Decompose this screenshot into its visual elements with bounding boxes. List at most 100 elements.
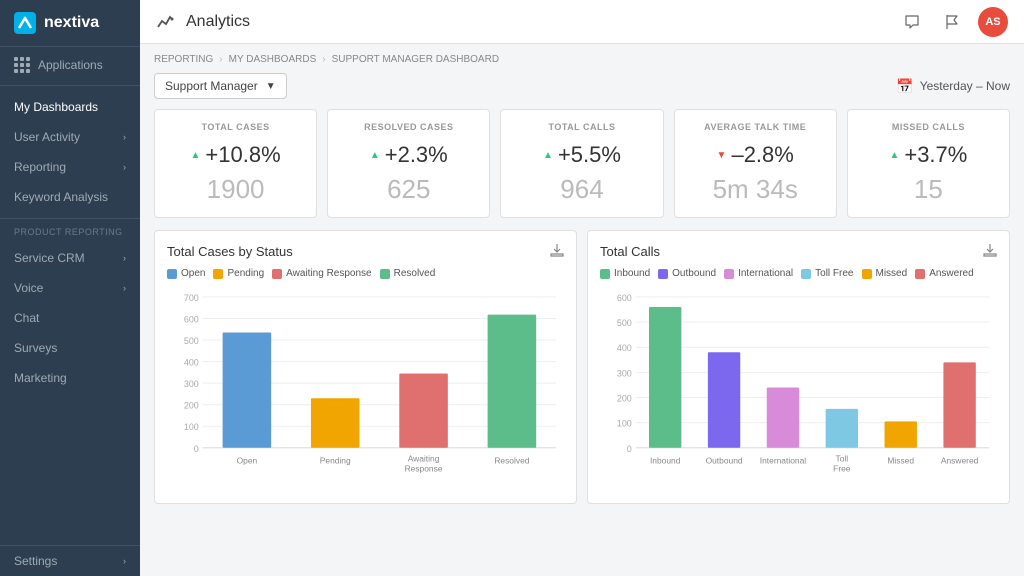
svg-text:400: 400	[617, 343, 632, 353]
stat-change-total-cases: ▲ +10.8%	[169, 142, 302, 168]
sidebar-item-my-dashboards[interactable]: My Dashboards	[0, 92, 140, 122]
svg-text:Answered: Answered	[941, 456, 979, 466]
svg-text:500: 500	[184, 336, 199, 346]
chevron-icon: ›	[123, 253, 126, 263]
date-range-text: Yesterday – Now	[920, 79, 1010, 93]
legend-label: International	[738, 268, 793, 279]
svg-text:Pending: Pending	[320, 456, 351, 466]
legend-item: Answered	[915, 268, 973, 279]
date-range-selector[interactable]: 📅 Yesterday – Now	[896, 78, 1010, 95]
stat-change-total-calls: ▲ +5.5%	[515, 142, 648, 168]
legend-label: Inbound	[614, 268, 650, 279]
stat-value-total-calls: 964	[515, 174, 648, 205]
sidebar-item-chat[interactable]: Chat	[0, 303, 140, 333]
page-title: Analytics	[186, 13, 250, 31]
stat-arrow-avg-talk-time: ▼	[717, 150, 727, 161]
stat-arrow-missed-calls: ▲	[889, 150, 899, 161]
stat-card-missed-calls: Missed Calls ▲ +3.7% 15	[847, 109, 1010, 218]
chart-calls-download[interactable]	[983, 243, 997, 260]
page-content: Reporting › My Dashboards › Support Mana…	[140, 44, 1024, 576]
flag-button[interactable]	[938, 8, 966, 36]
legend-color	[600, 269, 610, 279]
sidebar-item-keyword-analysis[interactable]: Keyword Analysis	[0, 182, 140, 212]
stat-arrow-resolved-cases: ▲	[370, 150, 380, 161]
sidebar-bottom: Settings ›	[0, 545, 140, 576]
chart-calls-header: Total Calls	[600, 243, 997, 260]
applications-label: Applications	[38, 58, 103, 72]
chat-button[interactable]	[898, 8, 926, 36]
sidebar-item-marketing[interactable]: Marketing	[0, 363, 140, 393]
svg-text:Awaiting: Awaiting	[408, 454, 440, 464]
sidebar-item-settings[interactable]: Settings ›	[0, 546, 140, 576]
sidebar-item-voice[interactable]: Voice ›	[0, 273, 140, 303]
svg-text:Response: Response	[405, 464, 443, 474]
svg-text:300: 300	[184, 379, 199, 389]
stat-value-avg-talk-time: 5m 34s	[689, 174, 822, 205]
legend-label: Resolved	[394, 268, 436, 279]
charts-row: Total Cases by Status OpenPendingAwaitin…	[154, 230, 1010, 504]
legend-item: Missed	[862, 268, 908, 279]
sidebar-item-surveys[interactable]: Surveys	[0, 333, 140, 363]
total-cases-chart-card: Total Cases by Status OpenPendingAwaitin…	[154, 230, 577, 504]
stat-change-missed-calls: ▲ +3.7%	[862, 142, 995, 168]
chevron-icon: ›	[123, 162, 126, 172]
chevron-icon: ›	[123, 283, 126, 293]
legend-color	[862, 269, 872, 279]
stat-pct-total-calls: +5.5%	[558, 142, 621, 168]
svg-text:0: 0	[194, 444, 199, 454]
topbar: Analytics AS	[140, 0, 1024, 44]
svg-text:500: 500	[617, 318, 632, 328]
legend-item: Awaiting Response	[272, 268, 371, 279]
legend-color	[213, 269, 223, 279]
stat-title-resolved-cases: Resolved Cases	[342, 122, 475, 132]
calls-bar-chart: 0100200300400500600InboundOutboundIntern…	[600, 289, 997, 488]
sidebar-item-service-crm[interactable]: Service CRM ›	[0, 243, 140, 273]
stat-card-total-calls: Total Calls ▲ +5.5% 964	[500, 109, 663, 218]
svg-text:International: International	[760, 456, 806, 466]
stat-title-avg-talk-time: Average Talk Time	[689, 122, 822, 132]
stat-change-resolved-cases: ▲ +2.3%	[342, 142, 475, 168]
svg-text:Inbound: Inbound	[650, 456, 681, 466]
cases-bar-chart: 0100200300400500600700OpenPendingAwaitin…	[167, 289, 564, 488]
chart-cases-download[interactable]	[550, 243, 564, 260]
svg-text:Missed: Missed	[887, 456, 914, 466]
svg-text:Toll: Toll	[836, 454, 849, 464]
stat-arrow-total-cases: ▲	[191, 150, 201, 161]
sidebar-spacer	[0, 397, 140, 545]
sidebar-item-user-activity[interactable]: User Activity ›	[0, 122, 140, 152]
stat-cards: Total Cases ▲ +10.8% 1900 Resolved Cases…	[154, 109, 1010, 218]
dashboard-selector[interactable]: Support Manager ▼	[154, 73, 287, 99]
legend-color	[272, 269, 282, 279]
legend-item: International	[724, 268, 793, 279]
svg-text:300: 300	[617, 368, 632, 378]
stat-pct-resolved-cases: +2.3%	[385, 142, 448, 168]
stat-arrow-total-calls: ▲	[543, 150, 553, 161]
stat-change-avg-talk-time: ▼ –2.8%	[689, 142, 822, 168]
legend-item: Outbound	[658, 268, 716, 279]
legend-label: Missed	[876, 268, 908, 279]
topbar-actions: AS	[898, 7, 1008, 37]
dropdown-chevron-icon: ▼	[266, 81, 276, 92]
user-avatar[interactable]: AS	[978, 7, 1008, 37]
sidebar-item-reporting[interactable]: Reporting ›	[0, 152, 140, 182]
logo-icon	[14, 12, 36, 34]
chart-calls-title: Total Calls	[600, 244, 660, 259]
chat-icon	[904, 14, 920, 30]
svg-text:600: 600	[184, 314, 199, 324]
download-icon	[550, 243, 564, 257]
stat-pct-avg-talk-time: –2.8%	[731, 142, 793, 168]
breadcrumb-item-reporting[interactable]: Reporting	[154, 54, 213, 65]
applications-nav[interactable]: Applications	[0, 47, 140, 83]
total-calls-chart-card: Total Calls Inbound Outbound International…	[587, 230, 1010, 504]
svg-text:600: 600	[617, 293, 632, 303]
legend-item: Toll Free	[801, 268, 853, 279]
legend-label: Awaiting Response	[286, 268, 371, 279]
legend-color	[380, 269, 390, 279]
stat-title-total-calls: Total Calls	[515, 122, 648, 132]
product-nav-section: Service CRM › Voice › Chat Surveys Marke…	[0, 239, 140, 397]
logo-text: nextiva	[44, 14, 99, 32]
breadcrumb-item-my-dashboards[interactable]: My Dashboards	[229, 54, 317, 65]
stat-card-total-cases: Total Cases ▲ +10.8% 1900	[154, 109, 317, 218]
legend-color	[801, 269, 811, 279]
user-activity-label: User Activity	[14, 130, 80, 144]
